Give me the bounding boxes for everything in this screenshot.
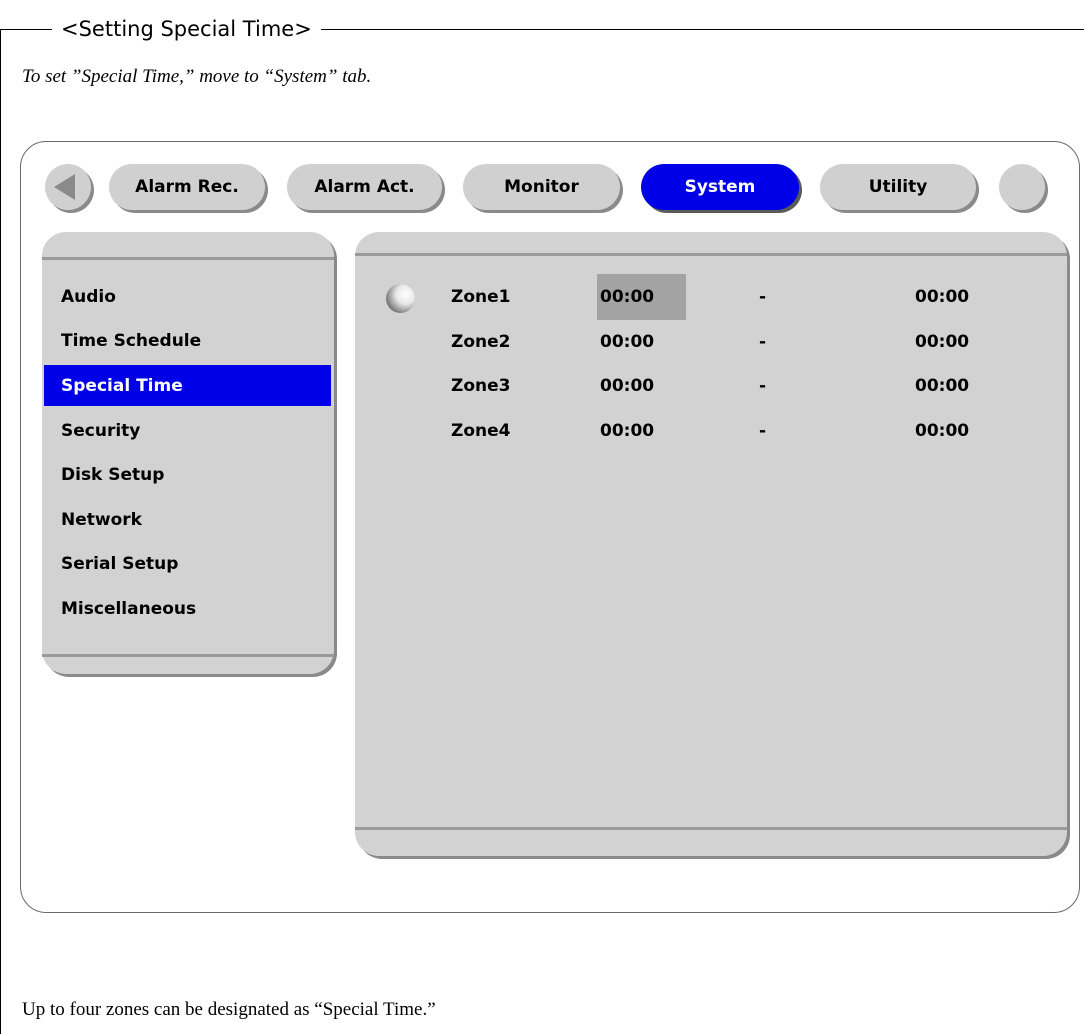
menu-item-network[interactable]: Network	[44, 499, 331, 540]
zone2-start-time[interactable]: 00:00	[600, 331, 654, 353]
special-time-panel	[355, 232, 1067, 856]
tab-alarm-act[interactable]: Alarm Act.	[287, 164, 442, 210]
tab-monitor[interactable]: Monitor	[463, 164, 620, 210]
zone1-separator: -	[759, 287, 767, 307]
zone3-separator: -	[759, 376, 767, 396]
next-tab-button[interactable]	[999, 164, 1045, 210]
zone1-end-time[interactable]: 00:00	[915, 286, 969, 308]
left-arrow-icon	[54, 174, 75, 200]
menu-top-divider	[42, 257, 334, 260]
menu-item-disk-setup[interactable]: Disk Setup	[44, 454, 331, 495]
zone4-label: Zone4	[451, 421, 511, 441]
footer-note: Up to four zones can be designated as “S…	[22, 999, 436, 1020]
zone4-end-time[interactable]: 00:00	[915, 420, 969, 442]
section-heading: <Setting Special Time>	[52, 17, 321, 41]
tab-utility[interactable]: Utility	[820, 164, 976, 210]
frame-left-rule	[0, 29, 1, 1034]
prev-tab-button[interactable]	[45, 164, 91, 210]
content-bottom-divider	[355, 827, 1067, 830]
menu-item-time-schedule[interactable]: Time Schedule	[44, 320, 331, 361]
zone2-label: Zone2	[451, 332, 511, 352]
cursor-ball-icon	[386, 284, 415, 313]
menu-item-special-time[interactable]: Special Time	[44, 365, 331, 406]
zone1-label: Zone1	[451, 287, 511, 307]
menu-bottom-divider	[42, 654, 334, 657]
zone3-label: Zone3	[451, 376, 511, 396]
zone2-end-time[interactable]: 00:00	[915, 331, 969, 353]
zone3-start-time[interactable]: 00:00	[600, 375, 654, 397]
zone1-start-time[interactable]: 00:00	[600, 286, 654, 308]
tab-alarm-rec[interactable]: Alarm Rec.	[109, 164, 265, 210]
zone4-separator: -	[759, 421, 767, 441]
content-top-divider	[355, 253, 1067, 256]
menu-item-miscellaneous[interactable]: Miscellaneous	[44, 588, 331, 629]
menu-item-audio[interactable]: Audio	[44, 276, 331, 317]
zone2-separator: -	[759, 332, 767, 352]
zone4-start-time[interactable]: 00:00	[600, 420, 654, 442]
zone3-end-time[interactable]: 00:00	[915, 375, 969, 397]
menu-item-security[interactable]: Security	[44, 410, 331, 451]
intro-text: To set ”Special Time,” move to “System” …	[22, 66, 372, 87]
tab-system[interactable]: System	[641, 164, 799, 210]
menu-item-serial-setup[interactable]: Serial Setup	[44, 543, 331, 584]
